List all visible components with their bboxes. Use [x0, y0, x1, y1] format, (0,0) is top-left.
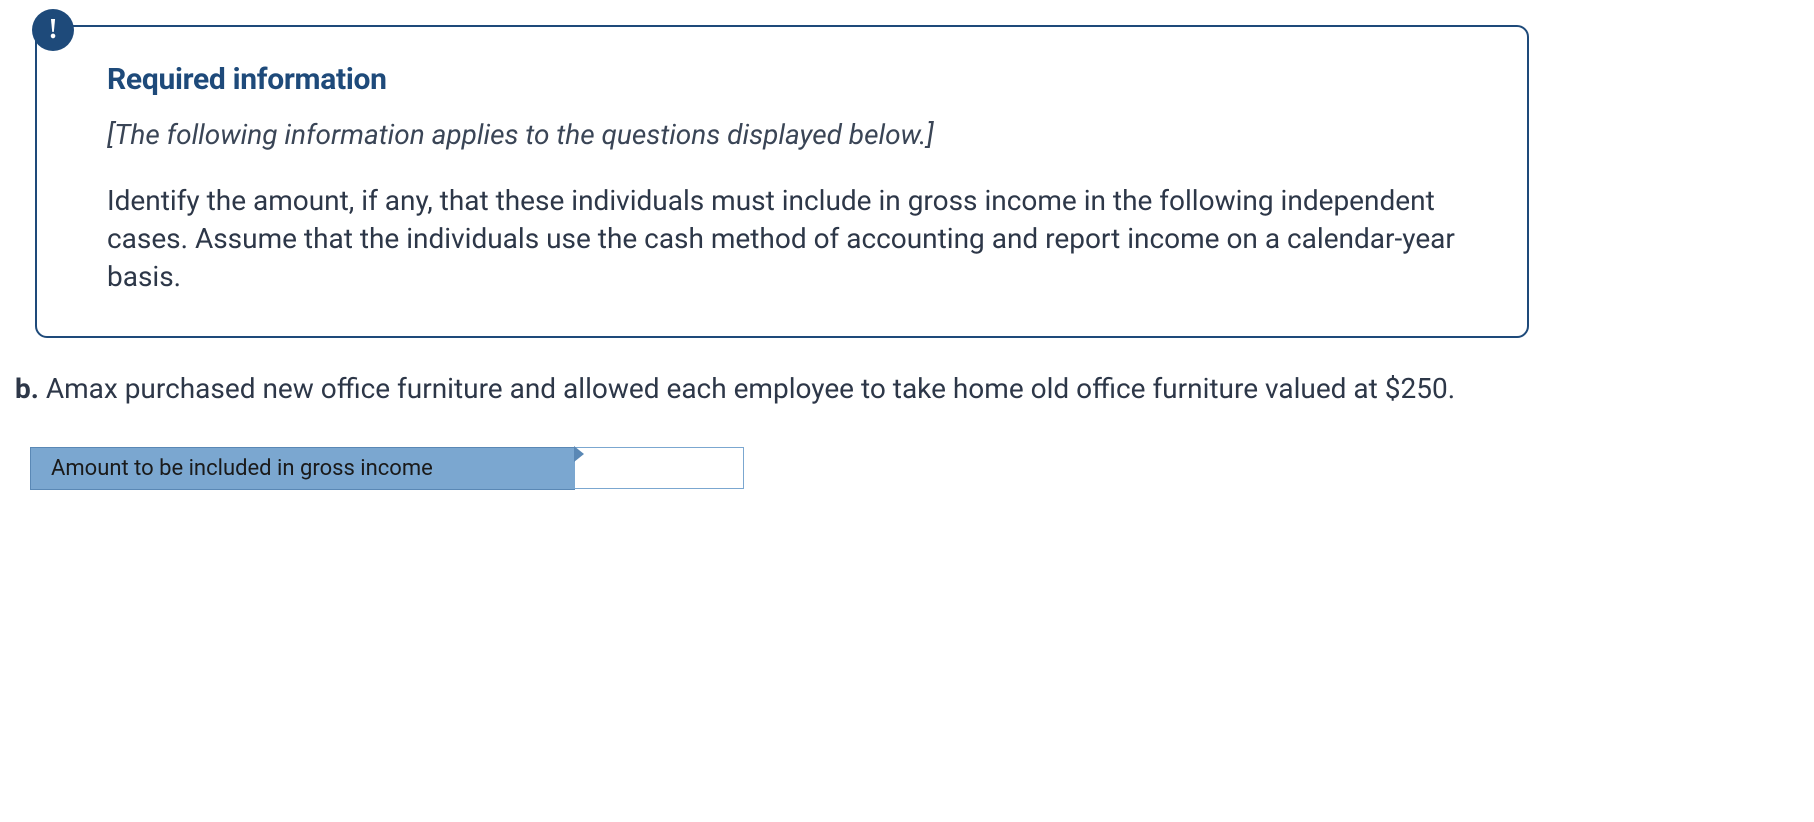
required-info-box: ! Required information [The following in… [35, 25, 1529, 338]
exclamation-icon: ! [32, 9, 74, 51]
question-text: b. Amax purchased new office furniture a… [15, 370, 1799, 408]
gross-income-input[interactable] [574, 447, 744, 489]
info-subtitle: [The following information applies to th… [107, 115, 1477, 154]
answer-label: Amount to be included in gross income [30, 447, 575, 490]
question-label: b. [15, 372, 39, 405]
info-heading: Required information [107, 62, 1477, 97]
triangle-right-icon [574, 446, 584, 462]
question-body: Amax purchased new office furniture and … [39, 372, 1455, 405]
answer-row: Amount to be included in gross income [30, 447, 1799, 490]
info-body: Identify the amount, if any, that these … [107, 182, 1477, 295]
